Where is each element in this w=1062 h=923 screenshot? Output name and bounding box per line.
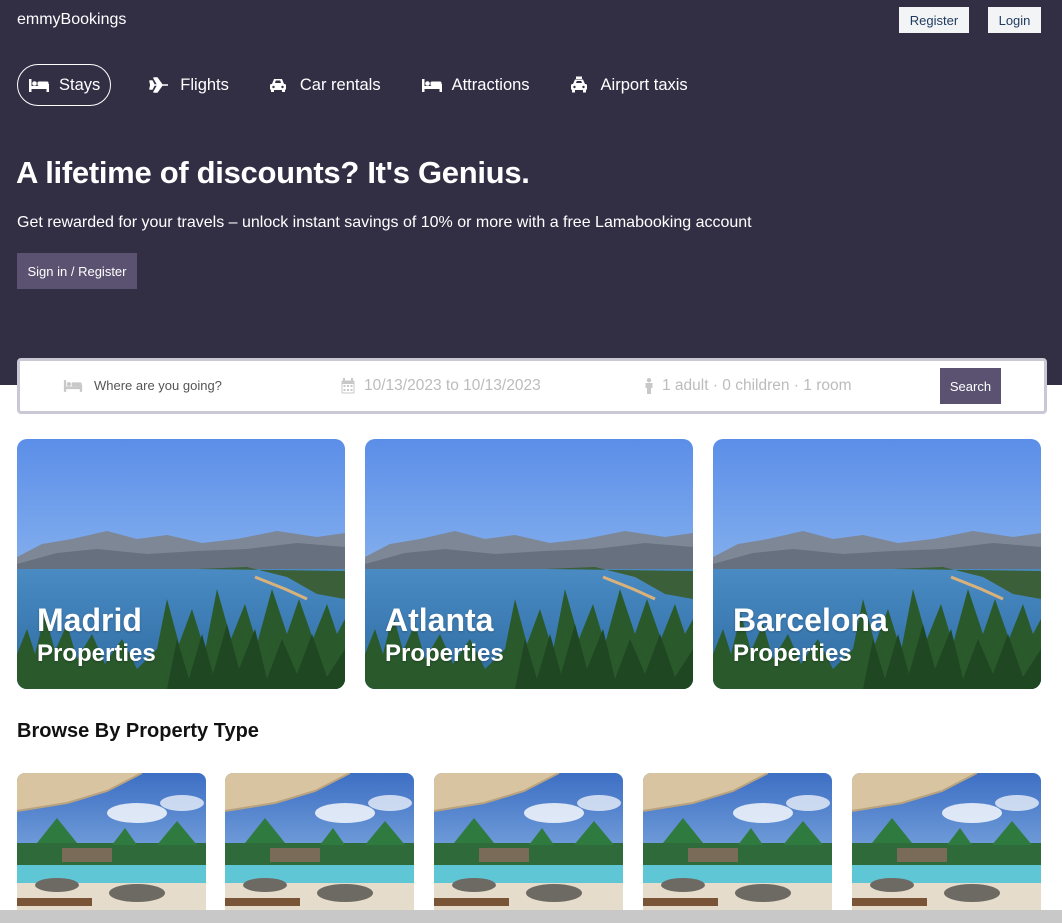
destination-input[interactable] [94,378,314,393]
bed-icon [63,378,83,398]
nav-item-label: Flights [180,75,229,94]
resort-pool-image [434,773,623,913]
resort-pool-image [225,773,414,913]
section-title-property-type: Browse By Property Type [17,720,259,742]
calendar-icon [341,378,355,399]
taxi-icon [570,76,592,93]
nav-item-flights[interactable]: Flights [149,64,229,106]
plane-icon [149,77,171,93]
featured-card-atlanta[interactable]: Atlanta Properties [365,439,693,689]
person-icon [644,378,654,399]
city-name: Barcelona [733,602,888,638]
nav-item-label: Attractions [451,75,530,94]
resort-pool-image [852,773,1041,913]
resort-pool-image [643,773,832,913]
city-subtitle: Properties [733,640,852,667]
date-range-field[interactable]: 10/13/2023 to 10/13/2023 [364,377,541,395]
property-type-card[interactable] [225,773,414,913]
nav-item-airport-taxis[interactable]: Airport taxis [570,64,688,106]
featured-card-barcelona[interactable]: Barcelona Properties [713,439,1041,689]
guests-field[interactable]: 1 adult · 0 children · 1 room [662,377,852,395]
horizontal-scrollbar[interactable] [0,910,1062,923]
header-banner: emmyBookings Register Login Stays Flight… [0,0,1062,385]
nav-item-attractions[interactable]: Attractions [421,64,530,106]
hero-title: A lifetime of discounts? It's Genius. [16,155,530,190]
login-button[interactable]: Login [988,7,1041,33]
bed-icon [28,77,50,93]
city-subtitle: Properties [385,640,504,667]
property-type-card[interactable] [643,773,832,913]
nav-item-car-rentals[interactable]: Car rentals [269,64,381,106]
property-type-card[interactable] [852,773,1041,913]
resort-pool-image [17,773,206,913]
featured-card-madrid[interactable]: Madrid Properties [17,439,345,689]
app-logo[interactable]: emmyBookings [17,11,126,29]
city-subtitle: Properties [37,640,156,667]
bed-icon [421,77,443,93]
city-name: Atlanta [385,602,494,638]
nav-item-label: Airport taxis [600,75,688,94]
nav-bar: Stays Flights Car rentals Attractions Ai… [17,64,728,106]
nav-item-label: Stays [59,75,101,94]
property-type-card[interactable] [434,773,623,913]
register-button[interactable]: Register [899,7,969,33]
property-type-card[interactable] [17,773,206,913]
nav-item-stays[interactable]: Stays [17,64,112,106]
nav-item-label: Car rentals [299,75,381,94]
car-icon [269,77,291,93]
sign-in-register-button[interactable]: Sign in / Register [17,253,137,289]
search-bar: 10/13/2023 to 10/13/2023 1 adult · 0 chi… [17,358,1047,414]
hero-subtitle: Get rewarded for your travels – unlock i… [17,214,752,231]
search-button[interactable]: Search [940,368,1001,404]
city-name: Madrid [37,602,142,638]
